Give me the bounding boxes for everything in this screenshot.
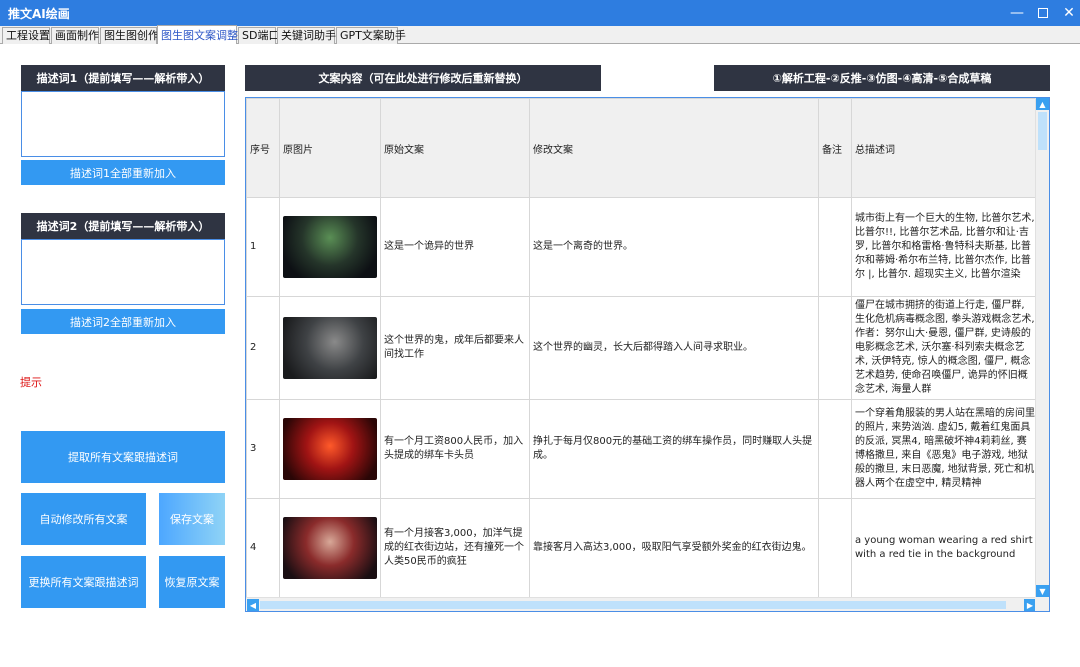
cell-note[interactable]: [818, 197, 852, 297]
cell-note[interactable]: [818, 498, 852, 598]
cell-note[interactable]: [818, 296, 852, 400]
cell-index: 3: [246, 399, 280, 499]
horizontal-scroll-thumb[interactable]: [260, 601, 1006, 609]
tab-img2img-text-adjust[interactable]: 图生图文案调整: [157, 25, 238, 45]
cell-index: 4: [246, 498, 280, 598]
thumbnail-image: [283, 517, 377, 579]
col-header-full-desc[interactable]: 总描述词: [851, 98, 1040, 198]
hint-label: 提示: [20, 376, 42, 389]
scroll-up-icon[interactable]: ▲: [1036, 98, 1049, 110]
cell-original-text[interactable]: 这是一个诡异的世界: [380, 197, 530, 297]
extract-all-button[interactable]: 提取所有文案跟描述词: [21, 431, 225, 483]
thumbnail-image: [283, 317, 377, 379]
text-grid[interactable]: 序号 原图片 原始文案 修改文案 备注 总描述词 1 这是一个诡异的世界 这是一…: [245, 97, 1050, 612]
cell-image[interactable]: [279, 498, 381, 598]
main-panel: 描述词1（提前填写——解析带入） 描述词1全部重新加入 描述词2（提前填写——解…: [0, 44, 1080, 667]
desc1-readd-button[interactable]: 描述词1全部重新加入: [21, 160, 225, 185]
cell-original-text[interactable]: 有一个月工资800人民币，加入头提成的绑车卡头员: [380, 399, 530, 499]
col-header-original-image[interactable]: 原图片: [279, 98, 381, 198]
grid-header-row: 序号 原图片 原始文案 修改文案 备注 总描述词: [246, 98, 1040, 198]
tab-gpt-helper[interactable]: GPT文案助手: [336, 27, 406, 44]
tab-project-settings[interactable]: 工程设置: [2, 27, 50, 44]
thumbnail-image: [283, 216, 377, 278]
tab-keyword-helper[interactable]: 关键词助手: [277, 27, 336, 44]
vertical-scroll-thumb[interactable]: [1038, 112, 1047, 150]
cell-original-text[interactable]: 这个世界的鬼，成年后都要来人间找工作: [380, 296, 530, 400]
cell-modified-text[interactable]: 靠接客月入高达3,000，吸取阳气享受额外奖金的红衣街边鬼。: [529, 498, 819, 598]
cell-full-desc[interactable]: a young woman wearing a red shirt with a…: [851, 498, 1040, 598]
cell-note[interactable]: [818, 399, 852, 499]
cell-full-desc[interactable]: 一个穿着角服装的男人站在黑暗的房间里的照片, 来势汹汹. 虚幻5, 戴着红鬼面具…: [851, 399, 1040, 499]
grid-table: 序号 原图片 原始文案 修改文案 备注 总描述词 1 这是一个诡异的世界 这是一…: [246, 98, 1040, 598]
cell-modified-text[interactable]: 挣扎于每月仅800元的基础工资的绑车操作员，同时赚取人头提成。: [529, 399, 819, 499]
scroll-corner: [1035, 597, 1049, 611]
col-header-modified-text[interactable]: 修改文案: [529, 98, 819, 198]
cell-modified-text[interactable]: 这是一个离奇的世界。: [529, 197, 819, 297]
tab-scene-making[interactable]: 画面制作: [51, 27, 99, 44]
desc2-readd-button[interactable]: 描述词2全部重新加入: [21, 309, 225, 334]
workflow-header[interactable]: ①解析工程-②反推-③仿图-④高清-⑤合成草稿: [714, 65, 1050, 91]
desc2-header: 描述词2（提前填写——解析带入）: [21, 213, 225, 239]
cell-index: 2: [246, 296, 280, 400]
table-row[interactable]: 4 有一个月接客3,000，加洋气提成的红衣街边站，还有撞死一个人类50民币的疯…: [246, 498, 1040, 598]
desc1-header: 描述词1（提前填写——解析带入）: [21, 65, 225, 91]
cell-full-desc[interactable]: 城市街上有一个巨大的生物, 比普尔艺术, 比普尔!!, 比普尔艺术品, 比普尔和…: [851, 197, 1040, 297]
scroll-left-icon[interactable]: ◀: [247, 599, 259, 611]
cell-modified-text[interactable]: 这个世界的幽灵，长大后都得踏入人间寻求职业。: [529, 296, 819, 400]
auto-modify-button[interactable]: 自动修改所有文案: [21, 493, 146, 545]
window-title: 推文AI绘画: [8, 7, 70, 21]
tab-sd-port[interactable]: SD端口: [238, 27, 279, 44]
table-row[interactable]: 3 有一个月工资800人民币，加入头提成的绑车卡头员 挣扎于每月仅800元的基础…: [246, 399, 1040, 499]
desc1-input[interactable]: [21, 91, 225, 157]
col-header-original-text[interactable]: 原始文案: [380, 98, 530, 198]
content-header: 文案内容（可在此处进行修改后重新替换）: [245, 65, 601, 91]
table-row[interactable]: 2 这个世界的鬼，成年后都要来人间找工作 这个世界的幽灵，长大后都得踏入人间寻求…: [246, 296, 1040, 400]
tab-bar: 工程设置 画面制作 图生图创作 图生图文案调整 SD端口 关键词助手 GPT文案…: [0, 25, 1080, 45]
cell-image[interactable]: [279, 296, 381, 400]
col-header-index[interactable]: 序号: [246, 98, 280, 198]
save-text-button[interactable]: 保存文案: [159, 493, 225, 545]
tab-img2img-create[interactable]: 图生图创作: [100, 27, 159, 44]
scroll-down-icon[interactable]: ▼: [1036, 585, 1049, 597]
desc2-input[interactable]: [21, 239, 225, 305]
cell-image[interactable]: [279, 197, 381, 297]
close-icon[interactable]: ✕: [1054, 0, 1080, 26]
cell-index: 1: [246, 197, 280, 297]
cell-image[interactable]: [279, 399, 381, 499]
horizontal-scrollbar[interactable]: ◀ ▶: [246, 597, 1037, 611]
restore-text-button[interactable]: 恢复原文案: [159, 556, 225, 608]
vertical-scrollbar[interactable]: ▲ ▼: [1035, 98, 1049, 597]
thumbnail-image: [283, 418, 377, 480]
title-bar: 推文AI绘画 — ✕: [0, 0, 1080, 26]
replace-all-button[interactable]: 更换所有文案跟描述词: [21, 556, 146, 608]
cell-original-text[interactable]: 有一个月接客3,000，加洋气提成的红衣街边站，还有撞死一个人类50民币的疯狂: [380, 498, 530, 598]
col-header-note[interactable]: 备注: [818, 98, 852, 198]
table-row[interactable]: 1 这是一个诡异的世界 这是一个离奇的世界。 城市街上有一个巨大的生物, 比普尔…: [246, 197, 1040, 297]
cell-full-desc[interactable]: 僵尸在城市拥挤的街道上行走, 僵尸群, 生化危机病毒概念图, 拳头游戏概念艺术,…: [851, 296, 1040, 400]
